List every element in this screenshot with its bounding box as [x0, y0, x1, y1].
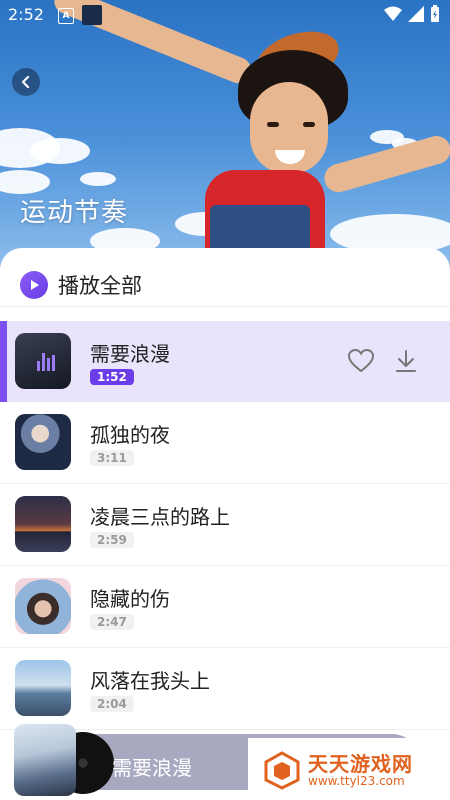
song-duration: 2:47 [90, 614, 134, 630]
song-cover [15, 333, 71, 389]
watermark-logo-icon [264, 751, 300, 790]
song-title: 需要浪漫 [90, 342, 170, 366]
play-all-label: 播放全部 [58, 274, 142, 298]
watermark-name: 天天游戏网 [308, 752, 413, 776]
active-indicator [0, 321, 7, 402]
status-bar: 2:52 A [0, 0, 450, 30]
song-duration: 2:59 [90, 532, 134, 548]
song-cover [15, 578, 71, 634]
song-row[interactable]: 孤独的夜 3:11 [0, 402, 450, 484]
song-title: 隐藏的伤 [90, 587, 170, 611]
song-title: 孤独的夜 [90, 423, 170, 447]
wifi-icon [384, 6, 402, 21]
chevron-left-icon [21, 76, 30, 88]
song-cover [15, 660, 71, 716]
song-row[interactable]: 风落在我头上 2:04 [0, 648, 450, 730]
song-cover [15, 496, 71, 552]
song-row[interactable]: 凌晨三点的路上 2:59 [0, 484, 450, 566]
song-duration: 2:04 [90, 696, 134, 712]
song-row[interactable]: 隐藏的伤 2:47 [0, 566, 450, 648]
song-list: 需要浪漫 1:52 孤独的夜 3:11 凌晨三点的路上 2:59 隐藏的伤 2:… [0, 321, 450, 730]
notification-badge-icon: A [58, 8, 74, 24]
heart-icon[interactable] [348, 349, 374, 373]
watermark: 天天游戏网 www.ttyl23.com [248, 738, 450, 800]
notification-app-icon [82, 5, 102, 25]
battery-icon [431, 5, 439, 22]
song-row[interactable]: 需要浪漫 1:52 [0, 321, 450, 402]
mini-player-cover [14, 724, 76, 796]
song-duration: 1:52 [90, 369, 134, 385]
watermark-url: www.ttyl23.com [308, 774, 405, 788]
play-circle-icon [20, 271, 48, 299]
song-title: 风落在我头上 [90, 669, 210, 693]
download-icon[interactable] [395, 349, 417, 373]
mini-player-title: 需要浪漫 [112, 756, 192, 780]
mini-player-disc [14, 724, 114, 800]
page-title: 运动节奏 [20, 198, 129, 228]
divider [0, 306, 450, 307]
now-playing-icon [37, 351, 57, 371]
status-time: 2:52 [8, 5, 44, 24]
signal-icon [408, 6, 424, 22]
song-title: 凌晨三点的路上 [90, 505, 230, 529]
back-button[interactable] [12, 68, 40, 96]
song-cover [15, 414, 71, 470]
song-duration: 3:11 [90, 450, 134, 466]
play-all-button[interactable]: 播放全部 [20, 270, 142, 300]
song-list-panel: 播放全部 需要浪漫 1:52 孤独的夜 3:11 凌晨三点的路上 2:59 隐藏… [0, 248, 450, 800]
